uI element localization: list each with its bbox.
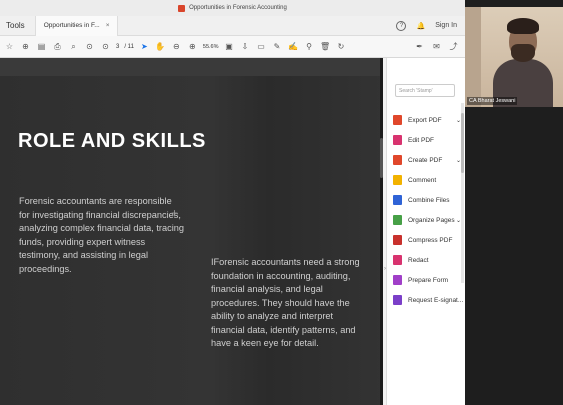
search-icon[interactable]: ⌕ xyxy=(68,41,79,52)
tool-item[interactable]: Compress PDF xyxy=(393,230,465,250)
document-viewport[interactable]: ROLE AND SKILLS Forensic accountants are… xyxy=(0,58,383,405)
tool-icon xyxy=(393,235,402,245)
page-number-input[interactable]: 3 xyxy=(116,44,119,50)
tools-list: Export PDF ⌄ Edit PDF Create PDF ⌄ Comment Com… xyxy=(393,110,465,310)
tool-icon xyxy=(393,135,402,145)
sign-in-link[interactable]: Sign In xyxy=(435,22,457,29)
tool-label: Create PDF xyxy=(408,156,443,164)
hand-tool-icon[interactable]: ✋ xyxy=(155,41,166,52)
tool-label: Export PDF xyxy=(408,116,442,124)
email-icon[interactable]: ✉ xyxy=(431,41,442,52)
zoom-level-select[interactable]: 55.6% xyxy=(203,44,219,50)
chevron-down-icon[interactable]: ⌄ xyxy=(456,157,461,164)
notification-bell-icon[interactable]: 🔔 xyxy=(416,22,425,30)
tool-item[interactable]: Combine Files xyxy=(393,190,465,210)
tool-icon xyxy=(393,115,402,125)
tool-item[interactable]: Prepare Form xyxy=(393,270,465,290)
tool-icon xyxy=(393,255,402,265)
upload-icon[interactable]: ⊕ xyxy=(20,41,31,52)
tabbar-right: ? 🔔 Sign In xyxy=(396,20,465,31)
video-door xyxy=(465,7,481,107)
presenter-name: CA Bharat Jeswani xyxy=(467,97,518,105)
slide-heading: ROLE AND SKILLS xyxy=(18,130,206,152)
tab-bar: Tools Opportunities in F... × ? 🔔 Sign I… xyxy=(0,15,465,36)
tool-item[interactable]: Export PDF ⌄ xyxy=(393,110,465,130)
chevron-down-icon[interactable]: ⌄ xyxy=(456,217,461,224)
tool-label: Edit PDF xyxy=(408,136,435,144)
help-icon[interactable]: ? xyxy=(396,20,407,31)
save-file-icon[interactable]: ▤ xyxy=(36,41,47,52)
fill-sign-icon[interactable]: ✒ xyxy=(414,41,425,52)
tool-item[interactable]: Create PDF ⌄ xyxy=(393,150,465,170)
tool-label: Compress PDF xyxy=(408,236,453,244)
share-icon[interactable]: ⤴ xyxy=(448,41,459,52)
tool-icon xyxy=(393,275,402,285)
tool-label: Combine Files xyxy=(408,196,450,204)
tool-label: Organize Pages xyxy=(408,216,455,224)
slide-paragraph-responsibilities: Forensic accountants are responsible for… xyxy=(19,196,184,274)
tool-icon xyxy=(393,215,402,225)
document-tab-label: Opportunities in F... xyxy=(43,22,100,29)
previous-page-icon[interactable]: ⊙ xyxy=(84,41,95,52)
toolbar-right: ✒ ✉ ⤴ xyxy=(414,41,465,52)
presenter-video: CA Bharat Jeswani xyxy=(465,7,563,107)
tool-item[interactable]: Organize Pages ⌄ xyxy=(393,210,465,230)
page-total: / 11 xyxy=(124,43,134,50)
tool-item[interactable]: Comment xyxy=(393,170,465,190)
tools-tab[interactable]: Tools xyxy=(0,21,35,30)
tool-icon xyxy=(393,295,402,305)
comment-icon[interactable]: ▭ xyxy=(256,41,267,52)
highlight-pen-icon[interactable]: ✎ xyxy=(272,41,283,52)
tool-label: Prepare Form xyxy=(408,276,449,284)
print-icon[interactable]: ⎙ xyxy=(52,41,63,52)
draw-icon[interactable]: ✍ xyxy=(288,41,299,52)
pdf-file-icon xyxy=(178,4,186,12)
tool-item[interactable]: Edit PDF xyxy=(393,130,465,150)
rotate-icon[interactable]: ↻ xyxy=(336,41,347,52)
screen: Opportunities in Forensic Accounting Too… xyxy=(0,0,563,405)
tool-label: Redact xyxy=(408,256,429,264)
chevron-down-icon[interactable]: ⌄ xyxy=(456,117,461,124)
tool-item[interactable]: Redact xyxy=(393,250,465,270)
tool-icon xyxy=(393,195,402,205)
tools-panel: Search 'Stamp' Export PDF ⌄ Edit PDF Create… xyxy=(386,58,465,405)
tool-icon xyxy=(393,155,402,165)
zoom-out-icon[interactable]: ⊖ xyxy=(171,41,182,52)
stamp-icon[interactable]: ⚲ xyxy=(304,41,315,52)
zoom-in-icon[interactable]: ⊕ xyxy=(187,41,198,52)
tool-label: Comment xyxy=(408,176,437,184)
tool-label: Request E-signat... xyxy=(408,296,464,304)
close-tab-icon[interactable]: × xyxy=(106,22,110,29)
window-title: Opportunities in Forensic Accounting xyxy=(189,5,287,11)
title-bar: Opportunities in Forensic Accounting xyxy=(0,0,465,16)
tools-search-input[interactable]: Search 'Stamp' xyxy=(395,84,455,97)
tool-item[interactable]: Request E-signat... xyxy=(393,290,465,310)
select-cursor-icon[interactable]: ➤ xyxy=(139,41,150,52)
presenter-beard xyxy=(511,44,535,62)
next-page-icon[interactable]: ⊙ xyxy=(100,41,111,52)
scroll-mode-icon[interactable]: ⇩ xyxy=(240,41,251,52)
tool-icon xyxy=(393,175,402,185)
bookmark-star-icon[interactable]: ☆ xyxy=(4,41,15,52)
document-tab[interactable]: Opportunities in F... × xyxy=(34,15,119,36)
document-scrollbar[interactable] xyxy=(380,58,383,405)
crosshair-cursor-icon: + xyxy=(171,206,179,220)
slide-paragraph-skills: IForensic accountants need a strong foun… xyxy=(211,257,360,348)
main-toolbar: ☆ ⊕ ▤ ⎙ ⌕ ⊙ ⊙ 3 / 11 ➤ ✋ ⊖ ⊕ 55.6% ▣ ⇩ ▭… xyxy=(0,36,465,58)
delete-icon[interactable]: 🗑 xyxy=(320,41,331,52)
acrobat-window: Opportunities in Forensic Accounting Too… xyxy=(0,0,465,405)
page-fit-icon[interactable]: ▣ xyxy=(224,41,235,52)
webcam-panel: CA Bharat Jeswani xyxy=(465,0,563,405)
presenter-hair xyxy=(507,18,539,34)
document-scrollbar-thumb[interactable] xyxy=(380,138,383,178)
